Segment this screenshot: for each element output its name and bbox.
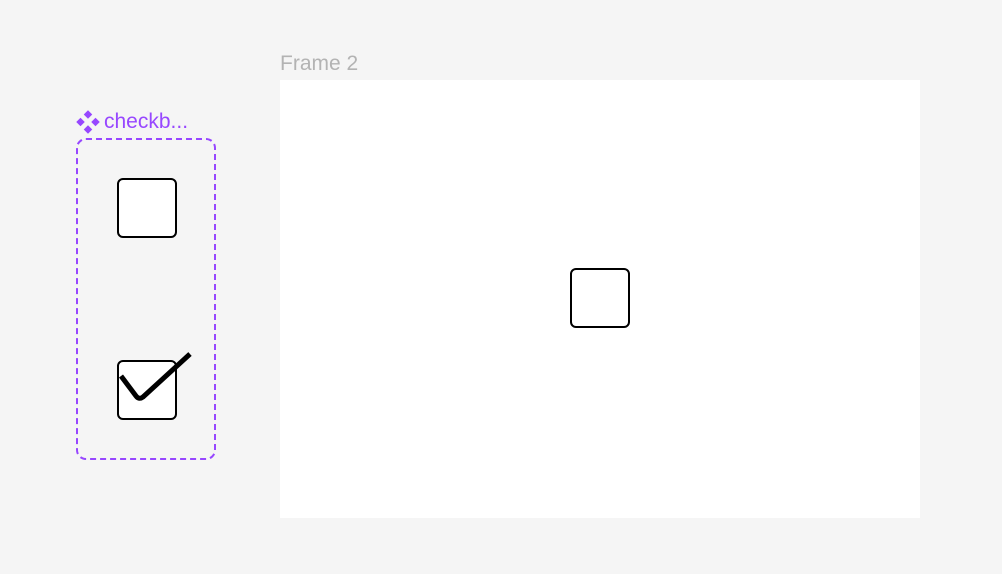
component-set-name: checkb... xyxy=(104,110,189,133)
checkbox-checked-variant[interactable] xyxy=(117,352,192,420)
component-set-container[interactable] xyxy=(76,138,216,460)
frame-title[interactable]: Frame 2 xyxy=(280,52,358,76)
checkbox-instance[interactable] xyxy=(570,268,630,328)
checkmark-icon xyxy=(119,352,192,401)
frame-2[interactable] xyxy=(280,80,920,518)
checkbox-unchecked-variant[interactable] xyxy=(117,178,177,238)
component-set-label[interactable]: checkb... xyxy=(76,110,188,134)
component-set-icon xyxy=(76,110,100,134)
